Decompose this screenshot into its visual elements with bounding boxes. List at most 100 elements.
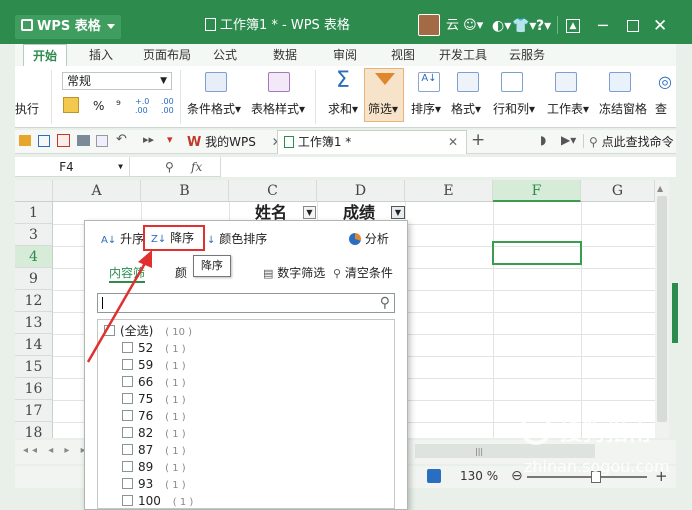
filter-button[interactable]: 筛选▾ — [364, 68, 404, 122]
command-search[interactable]: ⚲ 点此查找命令 — [589, 133, 674, 151]
print-preview-icon[interactable] — [96, 135, 108, 147]
skin-icon[interactable]: ◐▾ — [492, 16, 511, 36]
sum-button[interactable]: 求和▾ — [328, 100, 358, 117]
row-header-selected[interactable]: 4 — [15, 246, 53, 268]
tab-formulas[interactable]: 公式 — [205, 44, 245, 66]
format-button[interactable]: 格式▾ — [451, 100, 481, 117]
list-item[interactable]: 100 ( 1 ) — [122, 493, 193, 508]
list-item[interactable]: 87 ( 1 ) — [122, 442, 186, 460]
wps-app-menu-button[interactable]: WPS 表格 — [15, 15, 121, 39]
row-header[interactable]: 18 — [15, 422, 53, 438]
checkbox[interactable] — [122, 444, 133, 455]
row-header[interactable]: 16 — [15, 378, 53, 400]
checkbox[interactable] — [122, 376, 133, 387]
checkbox[interactable] — [122, 393, 133, 404]
minimize-icon[interactable]: ─ — [598, 16, 608, 36]
active-filter-icon[interactable]: ▼ — [391, 206, 405, 219]
tab-page-layout[interactable]: 页面布局 — [137, 44, 197, 66]
avatar[interactable] — [418, 14, 440, 36]
currency-format-icon[interactable] — [63, 97, 79, 113]
select-all-corner[interactable] — [15, 180, 53, 202]
tab-developer[interactable]: 开发工具 — [435, 44, 491, 66]
close-icon[interactable]: ✕ — [653, 16, 667, 36]
zoom-level[interactable]: 130 % — [460, 469, 498, 483]
help-icon[interactable]: ?▾ — [536, 16, 551, 36]
find-button[interactable]: 查 — [655, 100, 667, 117]
tab-home[interactable]: 开始 — [23, 44, 67, 66]
checkbox[interactable] — [122, 427, 133, 438]
column-header[interactable]: A — [53, 180, 141, 202]
checkbox[interactable] — [104, 325, 115, 336]
row-header[interactable]: 17 — [15, 400, 53, 422]
filter-dropdown-icon[interactable]: ▼ — [303, 206, 316, 219]
table-style-button[interactable]: 表格样式▾ — [251, 100, 305, 117]
row-header[interactable]: 12 — [15, 290, 53, 312]
column-header[interactable]: E — [405, 180, 493, 202]
flag-icon[interactable]: ▶▾ — [561, 133, 576, 147]
print-icon[interactable] — [77, 135, 90, 146]
name-box[interactable]: F4 ▼ — [15, 157, 130, 177]
checkbox[interactable] — [122, 410, 133, 421]
percent-button[interactable]: % — [93, 99, 104, 113]
number-format-select[interactable]: 常规 ▼ — [62, 72, 172, 90]
save-icon[interactable] — [38, 135, 50, 147]
execute-label[interactable]: 执行 — [15, 100, 39, 117]
analyze-button[interactable]: 分析 — [349, 231, 389, 247]
checkbox[interactable] — [122, 342, 133, 353]
tab-review[interactable]: 审阅 — [325, 44, 365, 66]
row-header[interactable]: 3 — [15, 224, 53, 246]
tab-content-filter[interactable]: 内容筛 — [109, 265, 146, 283]
sort-descending-button[interactable]: Z↓ 降序 — [143, 225, 205, 251]
list-item[interactable]: 75 ( 1 ) — [122, 391, 186, 409]
close-icon[interactable]: ✕ — [448, 131, 458, 153]
sort-button[interactable]: 排序▾ — [411, 100, 441, 117]
zoom-formula-icon[interactable]: ⚲ — [165, 157, 174, 177]
decrease-decimal-button[interactable]: .00.00 — [161, 97, 174, 115]
checkbox[interactable] — [122, 359, 133, 370]
list-item[interactable]: 59 ( 1 ) — [122, 357, 186, 375]
view-mode-icon[interactable] — [427, 469, 441, 483]
list-item[interactable]: 93 ( 1 ) — [122, 476, 186, 494]
column-header[interactable]: D — [317, 180, 405, 202]
list-item[interactable]: 76 ( 1 ) — [122, 408, 186, 426]
tab-cloud[interactable]: 云服务 — [503, 44, 551, 66]
checkbox[interactable] — [122, 461, 133, 472]
row-header[interactable]: 13 — [15, 312, 53, 334]
comma-button[interactable]: ⁹ — [116, 98, 121, 112]
more-icon[interactable]: ▸▸ — [143, 133, 154, 146]
column-header[interactable]: G — [581, 180, 655, 202]
list-item[interactable]: 66 ( 1 ) — [122, 374, 186, 392]
filter-search-input[interactable]: ⚲ — [97, 293, 395, 313]
increase-decimal-button[interactable]: +.0.00 — [135, 97, 149, 115]
column-header[interactable]: B — [141, 180, 229, 202]
row-header[interactable]: 14 — [15, 334, 53, 356]
column-header-selected[interactable]: F — [493, 180, 581, 202]
freeze-panes-button[interactable]: 冻结窗格 — [599, 100, 647, 117]
number-filter-button[interactable]: ▤ 数字筛选 — [263, 265, 325, 282]
clear-filter-button[interactable]: ⚲ 清空条件 — [333, 265, 393, 282]
tab-data[interactable]: 数据 — [265, 44, 305, 66]
side-panel-handle[interactable] — [672, 283, 678, 343]
row-header[interactable]: 9 — [15, 268, 53, 290]
pin-icon[interactable]: ▲ — [566, 19, 580, 33]
row-header[interactable]: 1 — [15, 202, 53, 224]
undo-icon[interactable]: ↶ — [116, 132, 127, 147]
tab-view[interactable]: 视图 — [383, 44, 423, 66]
sheet-button[interactable]: 工作表▾ — [547, 100, 589, 117]
function-icon[interactable]: fx — [191, 157, 202, 177]
list-item[interactable]: 82 ( 1 ) — [122, 425, 186, 443]
vertical-scrollbar[interactable]: ▲ — [655, 180, 669, 438]
list-item[interactable]: 89 ( 1 ) — [122, 459, 186, 477]
row-header[interactable]: 15 — [15, 356, 53, 378]
user-name[interactable]: 云 ☺▾ — [446, 16, 483, 36]
tab-my-wps[interactable]: W 我的WPS ✕ — [187, 132, 282, 152]
search-icon[interactable]: ⚲ — [380, 294, 390, 312]
sort-ascending-button[interactable]: A↓ 升序 — [101, 231, 144, 249]
formula-input[interactable] — [220, 157, 676, 177]
tab-workbook[interactable]: 工作簿1 * ✕ — [277, 130, 467, 154]
tab-color-filter[interactable]: 颜 — [175, 265, 187, 281]
checkbox[interactable] — [122, 495, 133, 506]
shirt-icon[interactable]: 👕▾ — [512, 16, 536, 36]
export-pdf-icon[interactable] — [57, 134, 70, 147]
conditional-format-button[interactable]: 条件格式▾ — [187, 100, 241, 117]
